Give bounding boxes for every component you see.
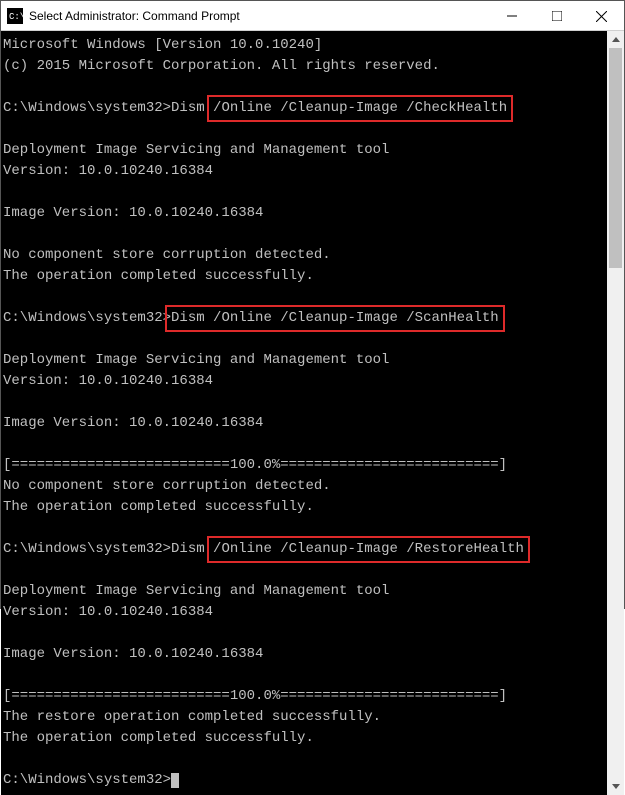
blank-line	[3, 224, 605, 245]
prompt-path: C:\Windows\system32>	[3, 310, 171, 326]
output-line: No component store corruption detected.	[3, 245, 605, 266]
scroll-down-arrow[interactable]	[607, 778, 624, 795]
terminal-output[interactable]: Microsoft Windows [Version 10.0.10240](c…	[1, 31, 607, 795]
scrollbar-thumb[interactable]	[609, 48, 622, 268]
blank-line	[3, 182, 605, 203]
blank-line	[3, 119, 605, 140]
output-line: The operation completed successfully.	[3, 497, 605, 518]
output-line: The operation completed successfully.	[3, 266, 605, 287]
cmd-icon: C:\	[7, 8, 23, 24]
output-line: Version: 10.0.10240.16384	[3, 602, 605, 623]
blank-line	[3, 560, 605, 581]
blank-line	[3, 623, 605, 644]
prompt-path: C:\Windows\system32>	[3, 772, 171, 788]
blank-line	[3, 665, 605, 686]
blank-line	[3, 749, 605, 770]
scrollbar-track[interactable]	[607, 48, 624, 778]
output-line: (c) 2015 Microsoft Corporation. All righ…	[3, 56, 605, 77]
output-line: Image Version: 10.0.10240.16384	[3, 413, 605, 434]
client-area: Microsoft Windows [Version 10.0.10240](c…	[1, 31, 624, 795]
cursor	[171, 773, 179, 788]
command-prompt-window: C:\ Select Administrator: Command Prompt…	[0, 0, 625, 609]
svg-text:C:\: C:\	[9, 12, 23, 22]
output-line: Version: 10.0.10240.16384	[3, 371, 605, 392]
output-line: Image Version: 10.0.10240.16384	[3, 203, 605, 224]
prompt-path: C:\Windows\system32>	[3, 541, 171, 557]
highlight-box: /Online /Cleanup-Image /CheckHealth	[207, 95, 513, 122]
output-line: The operation completed successfully.	[3, 728, 605, 749]
highlight-box: /Online /Cleanup-Image /RestoreHealth	[207, 536, 530, 563]
minimize-button[interactable]	[489, 1, 534, 31]
output-line: No component store corruption detected.	[3, 476, 605, 497]
titlebar[interactable]: C:\ Select Administrator: Command Prompt	[1, 1, 624, 31]
blank-line	[3, 434, 605, 455]
command-line: C:\Windows\system32>Dism /Online /Cleanu…	[3, 539, 605, 560]
prompt-path: C:\Windows\system32>	[3, 100, 171, 116]
prompt-line: C:\Windows\system32>	[3, 770, 605, 791]
maximize-button[interactable]	[534, 1, 579, 31]
output-line: Version: 10.0.10240.16384	[3, 161, 605, 182]
blank-line	[3, 392, 605, 413]
output-line: The restore operation completed successf…	[3, 707, 605, 728]
output-line: [==========================100.0%=======…	[3, 686, 605, 707]
vertical-scrollbar[interactable]	[607, 31, 624, 795]
window-controls	[489, 1, 624, 30]
output-line: Deployment Image Servicing and Managemen…	[3, 350, 605, 371]
highlight-box: Dism /Online /Cleanup-Image /ScanHealth	[165, 305, 505, 332]
output-line: Image Version: 10.0.10240.16384	[3, 644, 605, 665]
output-line: Microsoft Windows [Version 10.0.10240]	[3, 35, 605, 56]
command-line: C:\Windows\system32>Dism /Online /Cleanu…	[3, 308, 605, 329]
window-title: Select Administrator: Command Prompt	[29, 9, 489, 23]
output-line: Deployment Image Servicing and Managemen…	[3, 581, 605, 602]
output-line: Deployment Image Servicing and Managemen…	[3, 140, 605, 161]
close-button[interactable]	[579, 1, 624, 31]
command-line: C:\Windows\system32>Dism /Online /Cleanu…	[3, 98, 605, 119]
output-line: [==========================100.0%=======…	[3, 455, 605, 476]
scroll-up-arrow[interactable]	[607, 31, 624, 48]
blank-line	[3, 329, 605, 350]
